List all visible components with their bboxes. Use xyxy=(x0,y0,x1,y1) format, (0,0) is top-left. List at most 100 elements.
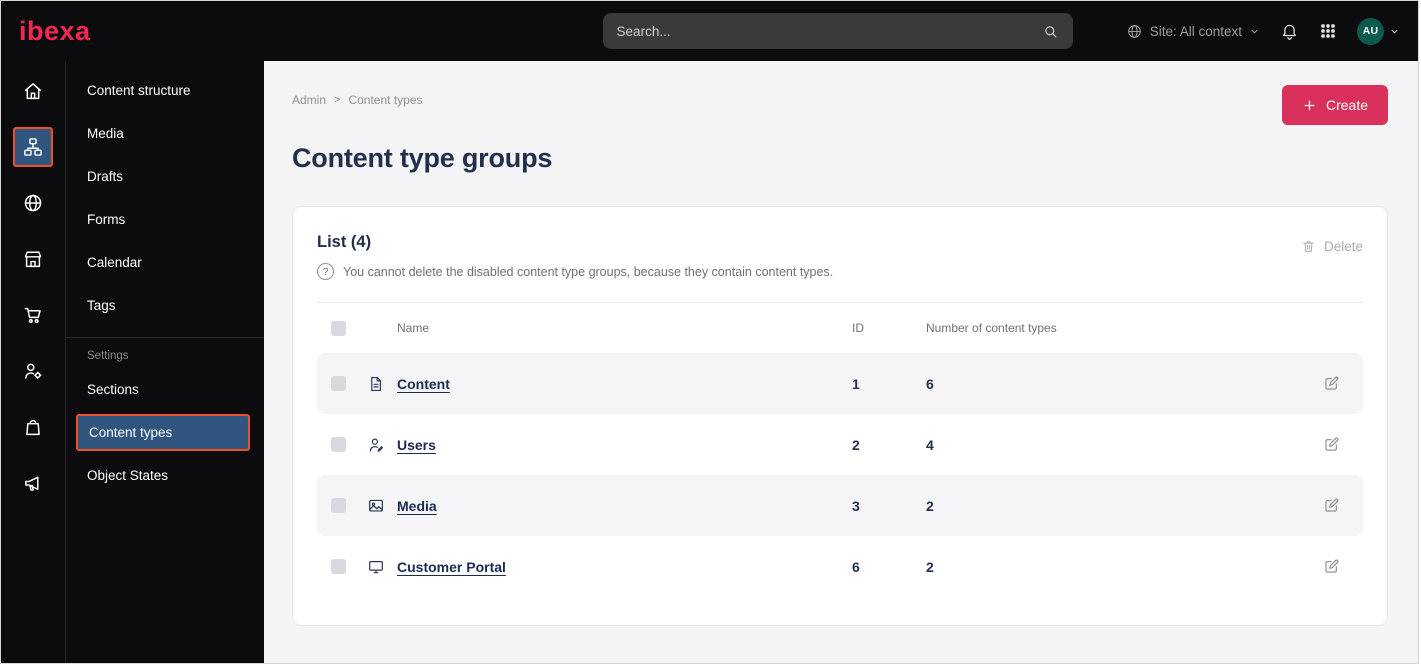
row-checkbox[interactable] xyxy=(331,559,346,574)
file-icon xyxy=(367,375,397,393)
create-button[interactable]: Create xyxy=(1281,85,1388,125)
group-id: 3 xyxy=(852,497,860,514)
edit-button[interactable] xyxy=(1313,554,1349,579)
commerce-store-icon xyxy=(24,251,42,268)
sidebar-item-calendar[interactable]: Calendar xyxy=(66,241,264,284)
rail-item-site[interactable] xyxy=(13,183,53,223)
sidebar-item-tags[interactable]: Tags xyxy=(66,284,264,327)
apps-grid-button[interactable] xyxy=(1319,22,1337,40)
notifications-button[interactable] xyxy=(1280,22,1299,41)
site-context-selector[interactable]: Site: All context xyxy=(1126,23,1260,40)
product-catalog-icon xyxy=(26,419,40,436)
table-header: Name ID Number of content types xyxy=(317,303,1363,353)
delete-button[interactable]: Delete xyxy=(1301,239,1363,254)
table-row: Customer Portal 6 2 xyxy=(317,536,1363,597)
group-id: 6 xyxy=(852,558,860,575)
sidebar-item-label: Calendar xyxy=(87,255,142,270)
row-checkbox[interactable] xyxy=(331,498,346,513)
content-type-groups-card: List (4) ? You cannot delete the disable… xyxy=(292,206,1388,626)
row-checkbox[interactable] xyxy=(331,437,346,452)
group-count: 2 xyxy=(926,497,934,514)
user-icon xyxy=(367,436,397,454)
sidebar-item-sections[interactable]: Sections xyxy=(66,368,264,411)
app-shell: Content structure Media Drafts Forms Cal… xyxy=(1,61,1418,663)
cart-icon xyxy=(24,307,41,324)
monitor-icon xyxy=(367,558,397,576)
sidebar-item-object-states[interactable]: Object States xyxy=(66,454,264,497)
sidebar-item-label: Sections xyxy=(87,382,139,397)
rail-item-cart[interactable] xyxy=(13,295,53,335)
sidebar-item-label: Content structure xyxy=(87,83,191,98)
search-bar xyxy=(602,13,1073,49)
breadcrumb-item-admin[interactable]: Admin xyxy=(292,93,326,107)
group-count: 6 xyxy=(926,375,934,392)
globe-icon xyxy=(1127,24,1141,38)
group-count: 4 xyxy=(926,436,934,453)
main-content: Admin > Content types Create Content typ… xyxy=(264,61,1418,663)
sidebar-item-label: Media xyxy=(87,126,124,141)
sidebar-item-forms[interactable]: Forms xyxy=(66,198,264,241)
create-button-label: Create xyxy=(1325,97,1368,113)
help-icon[interactable]: ? xyxy=(317,263,334,280)
rail-item-content-structure[interactable] xyxy=(13,127,53,167)
ibexa-logo[interactable]: ibexa xyxy=(19,17,91,45)
group-name-link[interactable]: Content xyxy=(397,376,450,392)
rail-item-product-catalog[interactable] xyxy=(13,407,53,447)
image-icon xyxy=(367,497,397,515)
sidebar-menu: Content structure Media Drafts Forms Cal… xyxy=(66,61,264,663)
edit-button[interactable] xyxy=(1313,432,1349,457)
edit-icon xyxy=(1324,559,1338,573)
edit-icon xyxy=(1324,437,1338,451)
apps-grid-icon xyxy=(1321,24,1335,38)
user-menu[interactable]: AU xyxy=(1357,17,1400,45)
sidebar-item-content-types[interactable]: Content types xyxy=(76,414,250,451)
table-row: Users 2 4 xyxy=(317,414,1363,475)
rail-item-marketing[interactable] xyxy=(13,463,53,503)
group-name-link[interactable]: Users xyxy=(397,437,436,453)
breadcrumb: Admin > Content types xyxy=(292,93,423,107)
column-header-id: ID xyxy=(852,321,864,335)
search-input[interactable] xyxy=(616,23,1042,39)
sidebar-item-label: Tags xyxy=(87,298,116,313)
group-count: 2 xyxy=(926,558,934,575)
group-id: 2 xyxy=(852,436,860,453)
table-body: Content 1 6 Users 2 4 Media 3 2 Customer… xyxy=(317,353,1363,597)
table-row: Media 3 2 xyxy=(317,475,1363,536)
user-admin-icon xyxy=(25,363,42,379)
column-header-count: Number of content types xyxy=(926,321,1057,335)
list-title: List (4) xyxy=(317,233,372,251)
edit-icon xyxy=(1324,498,1338,512)
sidebar-item-drafts[interactable]: Drafts xyxy=(66,155,264,198)
edit-button[interactable] xyxy=(1313,371,1349,396)
marketing-icon xyxy=(25,476,39,491)
sidebar-item-content-structure[interactable]: Content structure xyxy=(66,69,264,112)
breadcrumb-separator: > xyxy=(334,94,341,106)
delete-button-label: Delete xyxy=(1323,239,1363,254)
avatar[interactable]: AU xyxy=(1357,17,1384,45)
page-title: Content type groups xyxy=(292,143,553,173)
site-context-label: Site: All context xyxy=(1149,23,1242,39)
app-window: ibexa Site: All context AU xyxy=(0,0,1419,664)
sidebar-item-media[interactable]: Media xyxy=(66,112,264,155)
topbar-right-controls: Site: All context AU xyxy=(1126,17,1400,45)
sidebar-item-label: Forms xyxy=(87,212,126,227)
rail-item-home[interactable] xyxy=(13,71,53,111)
edit-button[interactable] xyxy=(1313,493,1349,518)
breadcrumb-item-current: Content types xyxy=(348,93,423,107)
plus-icon xyxy=(1304,100,1315,110)
topbar: ibexa Site: All context AU xyxy=(1,1,1418,61)
search-icon[interactable] xyxy=(1042,23,1059,40)
site-icon xyxy=(24,194,42,212)
table-row: Content 1 6 xyxy=(317,353,1363,414)
row-checkbox[interactable] xyxy=(331,376,346,391)
sidebar-section-label: Settings xyxy=(87,350,129,362)
content-structure-icon xyxy=(24,138,42,156)
card-header-left: List (4) ? You cannot delete the disable… xyxy=(317,231,833,280)
rail-item-user-admin[interactable] xyxy=(13,351,53,391)
group-name-link[interactable]: Media xyxy=(397,498,437,514)
select-all-checkbox[interactable] xyxy=(331,320,346,336)
group-name-link[interactable]: Customer Portal xyxy=(397,559,506,575)
info-row: ? You cannot delete the disabled content… xyxy=(317,263,833,280)
trash-icon xyxy=(1303,241,1314,252)
rail-item-commerce[interactable] xyxy=(13,239,53,279)
